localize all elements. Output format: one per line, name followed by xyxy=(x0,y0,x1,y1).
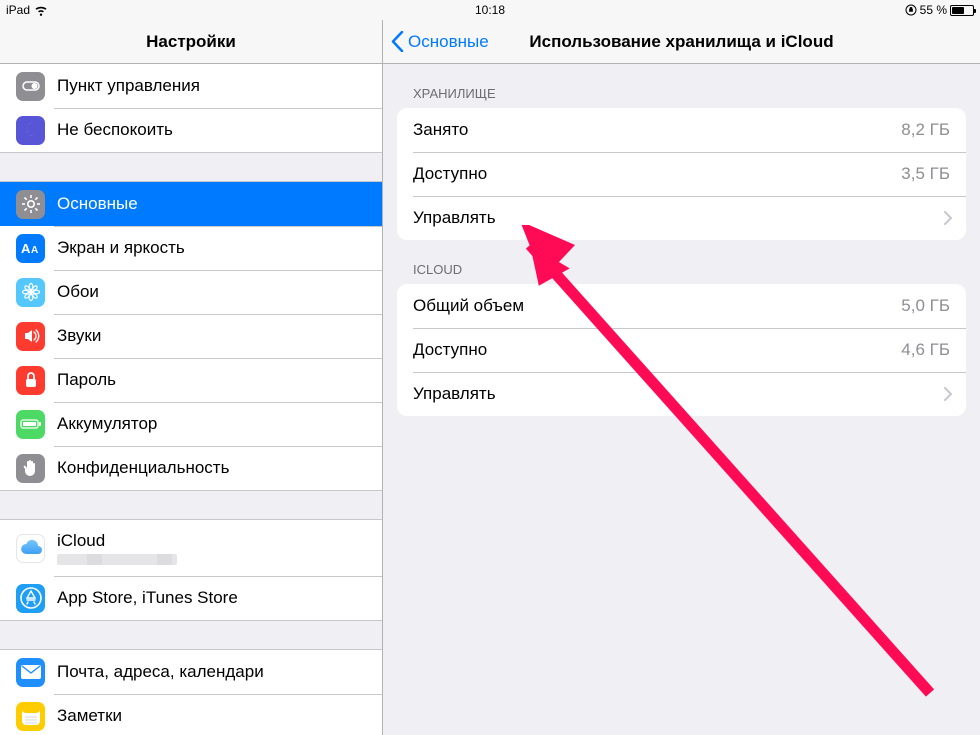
detail-row-label: Общий объем xyxy=(413,296,524,316)
back-button[interactable]: Основные xyxy=(383,20,489,63)
sidebar-item-label: Пункт управления xyxy=(57,76,200,96)
sidebar-item-mail[interactable]: Почта, адреса, календари xyxy=(0,650,382,694)
sidebar-item-label: Почта, адреса, календари xyxy=(57,662,264,682)
sidebar-item-wallpaper[interactable]: Обои xyxy=(0,270,382,314)
detail-scroll[interactable]: ХРАНИЛИЩЕ Занято 8,2 ГБ Доступно 3,5 ГБ Управ… xyxy=(383,64,980,735)
back-label: Основные xyxy=(408,32,489,52)
battery-percent: 55 % xyxy=(920,3,947,17)
detail-row-value: 4,6 ГБ xyxy=(901,340,966,360)
detail-row-value: 3,5 ГБ xyxy=(901,164,966,184)
sidebar-item-label: Экран и яркость xyxy=(57,238,185,258)
sidebar-item-display[interactable]: AA Экран и яркость xyxy=(0,226,382,270)
sidebar-item-notes[interactable]: Заметки xyxy=(0,694,382,735)
appstore-icon xyxy=(16,584,45,613)
sidebar-title: Настройки xyxy=(0,32,382,52)
detail-row-label: Доступно xyxy=(413,340,487,360)
sidebar-group: Почта, адреса, календариЗаметкиНапоминан… xyxy=(0,649,382,735)
sidebar-item-dnd[interactable]: Не беспокоить xyxy=(0,108,382,152)
sidebar-item-passcode[interactable]: Пароль xyxy=(0,358,382,402)
svg-text:A: A xyxy=(31,245,38,256)
sidebar-item-label: Основные xyxy=(57,194,138,214)
privacy-icon xyxy=(16,454,45,483)
sidebar-item-control-center[interactable]: Пункт управления xyxy=(0,64,382,108)
orientation-lock-icon xyxy=(905,4,917,16)
switch-icon xyxy=(16,72,45,101)
sidebar-nav: Настройки xyxy=(0,20,382,64)
chevron-right-icon xyxy=(944,387,966,401)
sidebar-item-label: Обои xyxy=(57,282,99,302)
device-label: iPad xyxy=(6,3,30,17)
battery-icon xyxy=(16,410,45,439)
sidebar-item-label: Заметки xyxy=(57,706,122,726)
sidebar-group: Пункт управления Не беспокоить xyxy=(0,64,382,153)
detail-pane: Основные Использование хранилища и iClou… xyxy=(383,20,980,735)
sidebar-item-general[interactable]: Основные xyxy=(0,182,382,226)
gear-icon xyxy=(16,190,45,219)
sidebar-item-label: Не беспокоить xyxy=(57,120,173,140)
sidebar-item-label: Пароль xyxy=(57,370,116,390)
brightness-icon: AA xyxy=(16,234,45,263)
detail-row-manage[interactable]: Управлять xyxy=(397,196,966,240)
sounds-icon xyxy=(16,322,45,351)
wifi-icon xyxy=(34,5,48,16)
detail-group-header: ХРАНИЛИЩЕ xyxy=(383,64,980,108)
detail-row-iavail: Доступно 4,6 ГБ xyxy=(397,328,966,372)
moon-icon xyxy=(16,116,45,145)
sidebar-item-label: iCloud xyxy=(57,531,177,551)
battery-icon xyxy=(950,5,974,16)
chevron-right-icon xyxy=(944,211,966,225)
sidebar-item-icloud[interactable]: iCloud xyxy=(0,520,382,576)
notes-icon xyxy=(16,702,45,731)
settings-sidebar: Настройки Пункт управления Не беспокоить О… xyxy=(0,20,383,735)
sidebar-item-battery[interactable]: Аккумулятор xyxy=(0,402,382,446)
mail-icon xyxy=(16,658,45,687)
detail-row-imanage[interactable]: Управлять xyxy=(397,372,966,416)
svg-text:A: A xyxy=(21,241,31,256)
icloud-icon xyxy=(16,534,45,563)
sidebar-item-label: Аккумулятор xyxy=(57,414,157,434)
status-bar: iPad 10:18 55 % xyxy=(0,0,980,20)
sidebar-item-sounds[interactable]: Звуки xyxy=(0,314,382,358)
detail-row-value: 8,2 ГБ xyxy=(901,120,966,140)
sidebar-scroll[interactable]: Пункт управления Не беспокоить Основные AA Э… xyxy=(0,64,382,735)
wallpaper-icon xyxy=(16,278,45,307)
detail-group: Общий объем 5,0 ГБ Доступно 4,6 ГБ Управлять xyxy=(397,284,966,416)
clock: 10:18 xyxy=(475,3,505,17)
sidebar-item-stores[interactable]: App Store, iTunes Store xyxy=(0,576,382,620)
sidebar-item-label: Конфиденциальность xyxy=(57,458,229,478)
detail-nav: Основные Использование хранилища и iClou… xyxy=(383,20,980,64)
icloud-account-redacted xyxy=(57,554,177,565)
detail-row-label: Управлять xyxy=(413,208,496,228)
detail-group: Занято 8,2 ГБ Доступно 3,5 ГБ Управлять xyxy=(397,108,966,240)
detail-row-label: Доступно xyxy=(413,164,487,184)
detail-row-value: 5,0 ГБ xyxy=(901,296,966,316)
detail-row-label: Управлять xyxy=(413,384,496,404)
sidebar-group: Основные AA Экран и яркость Обои Звуки Пароль… xyxy=(0,181,382,491)
sidebar-group: iCloud App Store, iTunes Store xyxy=(0,519,382,621)
sidebar-item-label: Звуки xyxy=(57,326,101,346)
detail-group-header: ICLOUD xyxy=(383,240,980,284)
sidebar-item-privacy[interactable]: Конфиденциальность xyxy=(0,446,382,490)
detail-row-label: Занято xyxy=(413,120,468,140)
detail-row-used: Занято 8,2 ГБ xyxy=(397,108,966,152)
passcode-icon xyxy=(16,366,45,395)
detail-row-total: Общий объем 5,0 ГБ xyxy=(397,284,966,328)
detail-row-avail: Доступно 3,5 ГБ xyxy=(397,152,966,196)
sidebar-item-label: App Store, iTunes Store xyxy=(57,588,238,608)
